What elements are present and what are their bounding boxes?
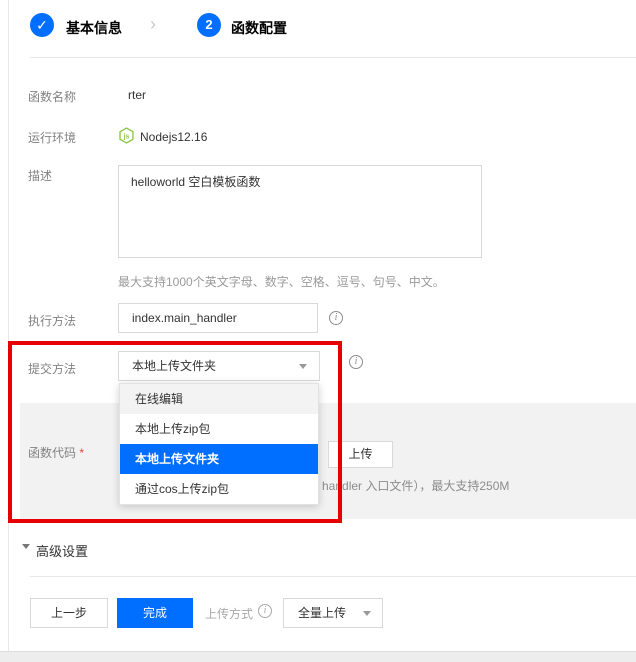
runtime-value: Nodejs12.16 <box>140 130 207 144</box>
handler-info-icon[interactable]: i <box>329 311 343 325</box>
required-asterisk: * <box>79 446 84 460</box>
submit-method-info-icon[interactable]: i <box>349 355 363 369</box>
step-separator-chevron-icon: › <box>150 14 156 35</box>
triangle-down-icon <box>22 544 30 549</box>
chevron-down-icon <box>299 364 307 369</box>
submit-method-dropdown-menu: 在线编辑 本地上传zip包 本地上传文件夹 通过cos上传zip包 <box>119 383 319 505</box>
handler-input[interactable]: index.main_handler <box>118 303 318 333</box>
runtime-label: 运行环境 <box>28 129 76 146</box>
nodejs-icon: js <box>118 127 135 149</box>
function-code-hint: handler 入口文件），最大支持250M <box>322 477 509 494</box>
upload-mode-selected-value: 全量上传 <box>298 606 346 620</box>
description-label: 描述 <box>28 167 52 184</box>
step1-done-icon: ✓ <box>30 13 54 37</box>
dropdown-option-upload-folder[interactable]: 本地上传文件夹 <box>120 444 318 474</box>
page-bottom-edge <box>0 651 636 662</box>
finish-button[interactable]: 完成 <box>117 598 193 628</box>
upload-mode-label: 上传方式 <box>205 605 253 622</box>
function-config-page: ✓ 基本信息 › 2 函数配置 函数名称 rter 运行环境 js Nodejs… <box>0 0 636 662</box>
upload-button[interactable]: 上传 <box>328 441 393 468</box>
upload-mode-info-icon[interactable]: i <box>258 604 272 618</box>
previous-step-button[interactable]: 上一步 <box>30 598 108 628</box>
footer-divider <box>30 576 636 577</box>
svg-text:js: js <box>123 133 130 140</box>
step1-label: 基本信息 <box>66 18 122 38</box>
upload-mode-select[interactable]: 全量上传 <box>283 598 383 628</box>
step2-number-badge: 2 <box>197 13 221 37</box>
header-divider <box>30 57 636 58</box>
dropdown-option-cos-zip[interactable]: 通过cos上传zip包 <box>120 474 318 504</box>
function-name-label: 函数名称 <box>28 88 76 105</box>
dropdown-option-online-edit[interactable]: 在线编辑 <box>120 384 318 414</box>
description-textarea[interactable]: helloworld 空白模板函数 <box>118 165 482 258</box>
function-code-label-text: 函数代码 <box>28 446 76 460</box>
dropdown-option-upload-zip[interactable]: 本地上传zip包 <box>120 414 318 444</box>
chevron-down-icon <box>363 611 371 616</box>
handler-label: 执行方法 <box>28 312 76 329</box>
function-code-label: 函数代码 * <box>28 444 84 461</box>
advanced-settings-toggle[interactable]: 高级设置 <box>36 541 88 560</box>
step2-label: 函数配置 <box>231 18 287 38</box>
submit-method-select[interactable]: 本地上传文件夹 <box>118 351 320 381</box>
left-edge-divider <box>8 0 9 651</box>
function-name-value: rter <box>128 88 146 102</box>
description-hint: 最大支持1000个英文字母、数字、空格、逗号、句号、中文。 <box>118 273 445 290</box>
submit-method-selected-value: 本地上传文件夹 <box>132 359 216 373</box>
submit-method-label: 提交方法 <box>28 360 76 377</box>
